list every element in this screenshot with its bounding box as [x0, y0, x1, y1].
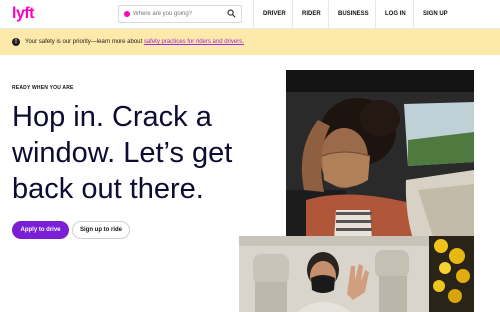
- site-header: lyft DRIVER RIDER BUSINESS LOG IN SIGN U…: [0, 0, 500, 29]
- nav-business[interactable]: BUSINESS: [338, 0, 369, 28]
- warning-icon: !: [12, 38, 20, 46]
- safety-link[interactable]: safety practices for riders and drivers.: [144, 39, 244, 45]
- nav-divider: [375, 0, 376, 28]
- safety-message: Your safety is our priority—learn more a…: [25, 39, 244, 46]
- hero-photo-flowers: [429, 236, 474, 312]
- destination-search[interactable]: [118, 5, 242, 23]
- safety-text: Your safety is our priority—learn more a…: [25, 39, 143, 45]
- nav-divider: [292, 0, 293, 28]
- nav-divider: [328, 0, 329, 28]
- hero-eyebrow: READY WHEN YOU ARE: [12, 85, 74, 91]
- hero-headline: Hop in. Crack a window. Let’s get back o…: [12, 99, 262, 207]
- nav-driver[interactable]: DRIVER: [263, 0, 286, 28]
- sign-up-to-ride-button[interactable]: Sign up to ride: [72, 221, 130, 239]
- nav-login[interactable]: LOG IN: [385, 0, 406, 28]
- nav-signup[interactable]: SIGN UP: [423, 0, 448, 28]
- headline-line: back out there.: [12, 173, 204, 205]
- location-pin-icon: [124, 11, 130, 17]
- search-icon[interactable]: [227, 9, 236, 18]
- lyft-logo[interactable]: lyft: [12, 5, 35, 23]
- hero-photo-driver: [239, 236, 429, 312]
- nav-divider: [413, 0, 414, 28]
- apply-to-drive-button[interactable]: Apply to drive: [12, 221, 69, 239]
- headline-line: Hop in. Crack a: [12, 101, 212, 133]
- nav-divider: [253, 0, 254, 28]
- nav-rider[interactable]: RIDER: [302, 0, 321, 28]
- search-input[interactable]: [133, 7, 223, 20]
- safety-banner: ! Your safety is our priority—learn more…: [0, 29, 500, 55]
- headline-line: window. Let’s get: [12, 137, 233, 169]
